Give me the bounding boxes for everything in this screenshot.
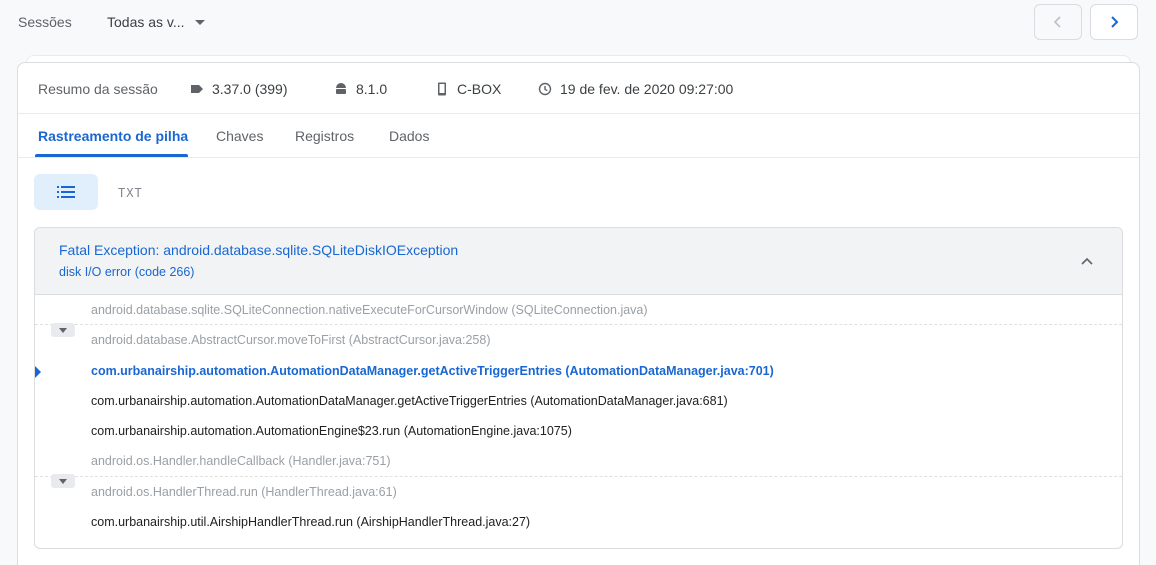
chevron-left-icon bbox=[1053, 16, 1061, 28]
list-icon bbox=[57, 186, 75, 198]
tab-keys[interactable]: Chaves bbox=[216, 128, 263, 144]
device-model-value: C-BOX bbox=[457, 81, 502, 97]
active-tab-indicator bbox=[35, 154, 188, 157]
device-model: C-BOX bbox=[435, 81, 501, 97]
app-version-value: 3.37.0 (399) bbox=[212, 81, 288, 97]
session-card: Resumo da sessão 3.37.0 (399) 8.1.0 C-BO… bbox=[17, 62, 1140, 565]
caret-down-icon bbox=[59, 327, 67, 333]
stack-frame: com.urbanairship.automation.AutomationEn… bbox=[91, 424, 572, 439]
chevron-up-icon bbox=[1081, 257, 1093, 265]
stack-frame: com.urbanairship.util.AirshipHandlerThre… bbox=[91, 515, 531, 530]
stack-frame: com.urbanairship.automation.AutomationDa… bbox=[91, 393, 728, 408]
version-filter-select[interactable]: Todas as v... bbox=[107, 14, 205, 30]
stack-frame: android.database.AbstractCursor.moveToFi… bbox=[91, 333, 491, 348]
tag-icon bbox=[191, 85, 203, 93]
tab-logs[interactable]: Registros bbox=[295, 128, 354, 144]
chevron-right-icon bbox=[1111, 16, 1119, 28]
exception-subtitle: disk I/O error (code 266) bbox=[59, 265, 195, 279]
stack-frame: android.database.sqlite.SQLiteConnection… bbox=[35, 295, 1122, 326]
previous-session-button[interactable] bbox=[1034, 4, 1082, 40]
os-version: 8.1.0 bbox=[334, 81, 387, 97]
caret-down-icon bbox=[194, 20, 205, 25]
expand-frames-button[interactable] bbox=[51, 474, 75, 488]
version-filter-value: Todas as v... bbox=[107, 14, 185, 30]
stack-frame: android.os.Handler.handleCallback (Handl… bbox=[35, 446, 1122, 477]
next-session-button[interactable] bbox=[1090, 4, 1138, 40]
expand-frames-button[interactable] bbox=[51, 323, 75, 337]
stack-frame-text: com.urbanairship.automation.AutomationDa… bbox=[91, 363, 774, 378]
frame-marker-icon bbox=[35, 365, 41, 378]
stack-frames: android.database.sqlite.SQLiteConnection… bbox=[35, 295, 1122, 537]
sessions-label: Sessões bbox=[18, 14, 72, 30]
stack-frame-highlighted: com.urbanairship.automation.AutomationDa… bbox=[35, 356, 1122, 386]
txt-view-toggle[interactable]: TXT bbox=[118, 186, 143, 200]
stack-trace-panel: Fatal Exception: android.database.sqlite… bbox=[34, 227, 1123, 549]
os-version-value: 8.1.0 bbox=[356, 81, 388, 97]
list-view-toggle[interactable] bbox=[34, 174, 98, 210]
android-icon bbox=[336, 83, 346, 94]
exception-title: Fatal Exception: android.database.sqlite… bbox=[59, 242, 459, 258]
exception-header[interactable]: Fatal Exception: android.database.sqlite… bbox=[35, 228, 1122, 295]
app-version: 3.37.0 (399) bbox=[190, 81, 288, 97]
summary-title: Resumo da sessão bbox=[38, 81, 158, 97]
tab-data[interactable]: Dados bbox=[389, 128, 429, 144]
tab-stack-trace[interactable]: Rastreamento de pilha bbox=[38, 128, 188, 144]
clock-icon bbox=[538, 82, 552, 96]
session-datetime: 19 de fev. de 2020 09:27:00 bbox=[538, 81, 733, 97]
stack-frame: android.os.HandlerThread.run (HandlerThr… bbox=[91, 484, 397, 499]
phone-icon bbox=[438, 82, 446, 96]
caret-down-icon bbox=[59, 478, 67, 484]
detail-tabs: Rastreamento de pilha Chaves Registros D… bbox=[18, 114, 1139, 158]
session-summary: Resumo da sessão 3.37.0 (399) 8.1.0 C-BO… bbox=[18, 63, 1139, 114]
top-bar: Sessões Todas as v... bbox=[0, 0, 1156, 48]
session-datetime-value: 19 de fev. de 2020 09:27:00 bbox=[560, 81, 734, 97]
